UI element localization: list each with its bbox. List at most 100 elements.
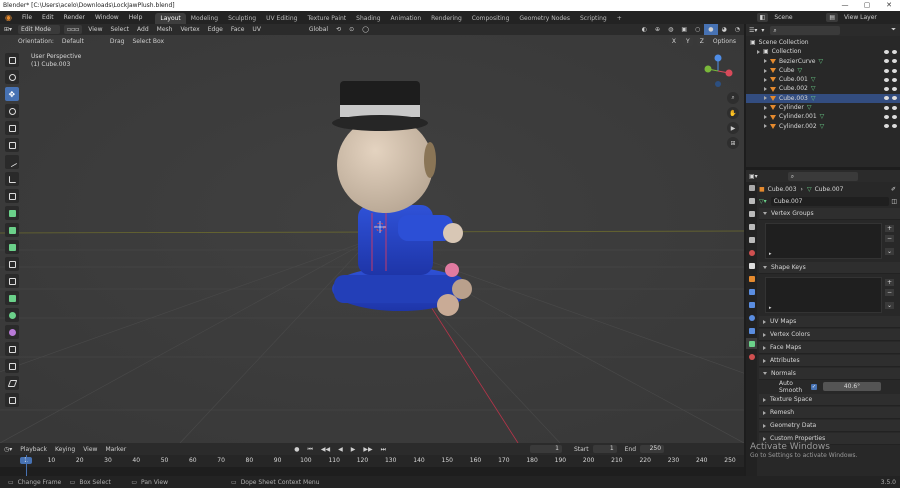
collection-properties-tab[interactable]: [746, 260, 757, 271]
shading-material-icon[interactable]: ◕: [718, 24, 731, 35]
camera-icon[interactable]: [892, 115, 897, 120]
bevel-tool-icon[interactable]: [5, 240, 19, 254]
outliner-row[interactable]: ▣ Scene Collection: [746, 38, 900, 47]
overlay-toggle-icon[interactable]: ◍: [664, 24, 677, 35]
camera-icon[interactable]: [892, 87, 897, 92]
expand-arrow-icon[interactable]: [757, 49, 760, 54]
tab-animation[interactable]: Animation: [386, 13, 427, 24]
move-tool-icon[interactable]: ✥: [5, 87, 19, 101]
outliner[interactable]: ☰▾ ▾ ⌕ ⏷ ▣ Scene Collection ▣ Collection Bez…: [746, 24, 900, 167]
vertex-groups-list[interactable]: + − ⌄ ▸: [765, 223, 894, 259]
jump-start-icon[interactable]: ⏮: [303, 444, 316, 455]
knife-tool-icon[interactable]: [5, 274, 19, 288]
tab-geometry-nodes[interactable]: Geometry Nodes: [514, 13, 575, 24]
select-mode-icons[interactable]: ▫▫▫: [64, 25, 83, 34]
gizmo-toggle-icon[interactable]: ⊕: [651, 24, 664, 35]
eye-icon[interactable]: [884, 87, 889, 92]
mesh-datablock-icon[interactable]: ▽▾: [759, 198, 767, 205]
vertex-group-specials-icon[interactable]: ⌄: [884, 248, 894, 255]
add-workspace-button[interactable]: +: [612, 13, 627, 24]
scene-icon[interactable]: ◧: [756, 13, 769, 22]
scene-properties-tab[interactable]: [746, 234, 757, 245]
remove-vertex-group-button[interactable]: −: [884, 235, 894, 242]
shape-list-filter-icon[interactable]: ▸: [769, 305, 772, 311]
expand-arrow-icon[interactable]: [764, 68, 767, 73]
jump-end-icon[interactable]: ⏭: [377, 444, 390, 455]
view-layer-selector[interactable]: View Layer: [840, 12, 900, 23]
auto-smooth-checkbox[interactable]: ✓: [811, 383, 817, 390]
timeline-marker-menu[interactable]: Marker: [101, 444, 130, 455]
rotate-tool-icon[interactable]: [5, 104, 19, 118]
view-layer-icon[interactable]: ▤: [826, 13, 838, 22]
eye-icon[interactable]: [884, 115, 889, 120]
outliner-row[interactable]: Cube.002 ▽: [746, 84, 900, 93]
menu-uv[interactable]: UV: [248, 24, 265, 35]
add-vertex-group-button[interactable]: +: [884, 225, 894, 232]
add-shape-key-button[interactable]: +: [884, 279, 894, 286]
play-reverse-icon[interactable]: ◀: [334, 444, 347, 455]
pivot-icon[interactable]: ⟲: [332, 24, 345, 35]
pan-hand-icon[interactable]: ✋: [727, 107, 739, 119]
data-properties-tab[interactable]: [746, 338, 757, 349]
editor-type-icon[interactable]: ⊞▾: [0, 24, 16, 35]
scale-tool-icon[interactable]: [5, 121, 19, 135]
timeline-playback-menu[interactable]: Playback: [16, 444, 51, 455]
smooth-tool-icon[interactable]: [5, 325, 19, 339]
shading-solid-icon[interactable]: ●: [704, 24, 718, 35]
timeline-view-menu[interactable]: View: [79, 444, 101, 455]
outliner-editor-icon[interactable]: ☰▾: [749, 27, 757, 34]
menu-add[interactable]: Add: [133, 24, 153, 35]
menu-vertex[interactable]: Vertex: [176, 24, 203, 35]
zoom-icon[interactable]: ⌕: [727, 92, 739, 104]
outliner-row[interactable]: BezierCurve ▽: [746, 57, 900, 66]
xray-toggle-icon[interactable]: ▣: [677, 24, 691, 35]
shape-keys-list[interactable]: + − ⌄ ▸: [765, 277, 894, 313]
eye-icon[interactable]: [884, 77, 889, 82]
current-frame-field[interactable]: 1: [529, 445, 562, 453]
panel-face-maps[interactable]: Face Maps: [759, 342, 900, 354]
panel-shape-keys[interactable]: Shape Keys: [759, 262, 900, 274]
eye-icon[interactable]: [884, 68, 889, 73]
outliner-row[interactable]: Cylinder ▽: [746, 103, 900, 112]
close-button[interactable]: ✕: [878, 0, 900, 11]
tab-modeling[interactable]: Modeling: [186, 13, 223, 24]
ortho-grid-icon[interactable]: ⊞: [727, 137, 739, 149]
panel-attributes[interactable]: Attributes: [759, 355, 900, 367]
eye-icon[interactable]: [884, 49, 889, 54]
poly-build-tool-icon[interactable]: [5, 291, 19, 305]
shrink-fatten-tool-icon[interactable]: [5, 359, 19, 373]
panel-texture-space[interactable]: Texture Space: [759, 394, 900, 406]
menu-mesh[interactable]: Mesh: [153, 24, 177, 35]
modifier-properties-tab[interactable]: [746, 286, 757, 297]
rip-tool-icon[interactable]: [5, 393, 19, 407]
scene-selector[interactable]: Scene: [770, 12, 824, 23]
outliner-row[interactable]: Cube.003 ▽: [746, 93, 900, 104]
material-properties-tab[interactable]: [746, 351, 757, 362]
orientation-dropdown[interactable]: Default: [58, 36, 106, 47]
axis-z-toggle[interactable]: Z: [696, 36, 707, 46]
visibility-icon[interactable]: ◐: [638, 24, 651, 35]
menu-select[interactable]: Select: [107, 24, 134, 35]
inset-tool-icon[interactable]: [5, 223, 19, 237]
tool-properties-tab[interactable]: [746, 182, 757, 193]
properties-editor-icon[interactable]: ▣▾: [749, 173, 758, 180]
annotate-tool-icon[interactable]: [5, 155, 19, 169]
axis-x-toggle[interactable]: X: [668, 36, 680, 46]
tab-rendering[interactable]: Rendering: [426, 13, 467, 24]
constraints-properties-tab[interactable]: [746, 325, 757, 336]
eye-icon[interactable]: [884, 124, 889, 129]
mode-selector[interactable]: Edit Mode: [18, 25, 61, 34]
prev-key-icon[interactable]: ◀◀: [317, 444, 334, 455]
maximize-button[interactable]: ▢: [856, 0, 878, 11]
tab-layout[interactable]: Layout: [155, 12, 186, 24]
drag-select-dropdown[interactable]: Select Box: [128, 36, 168, 47]
options-dropdown[interactable]: Options: [709, 36, 740, 47]
camera-icon[interactable]: [892, 59, 897, 64]
outliner-row[interactable]: ▣ Collection: [746, 47, 900, 56]
menu-help[interactable]: Help: [124, 11, 148, 24]
play-icon[interactable]: ▶: [347, 444, 360, 455]
expand-arrow-icon[interactable]: [764, 77, 767, 82]
shading-rendered-icon[interactable]: ◔: [731, 24, 744, 35]
shear-tool-icon[interactable]: [5, 376, 19, 390]
menu-edit[interactable]: Edit: [37, 11, 59, 24]
